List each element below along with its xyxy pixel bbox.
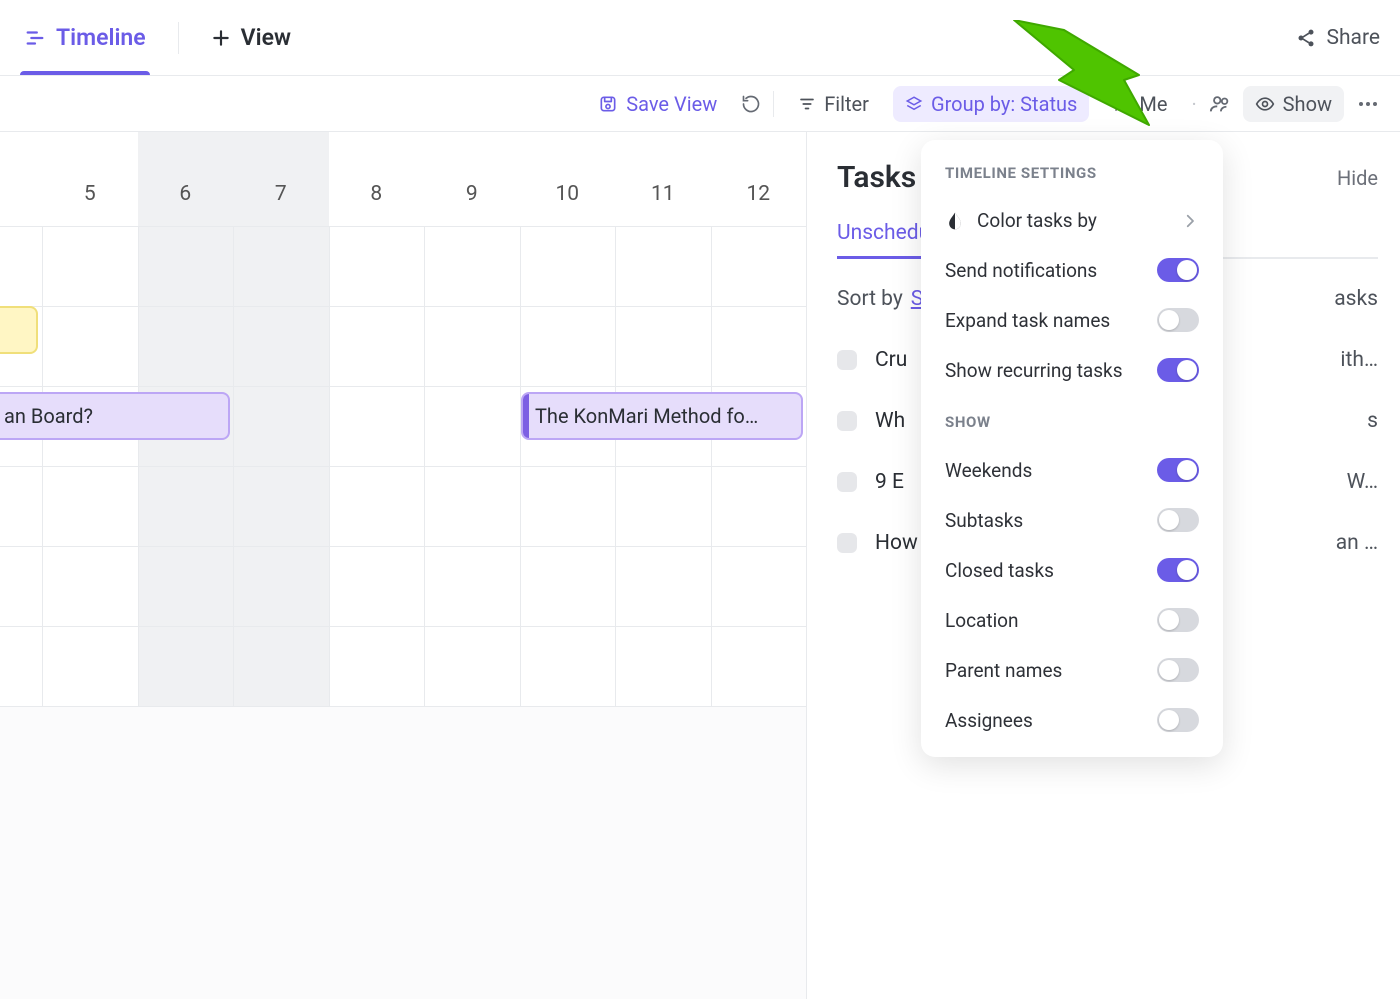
tasks-count: asks	[1334, 287, 1378, 311]
status-box[interactable]	[837, 350, 857, 370]
settings-send-notifications[interactable]: Send notifications	[921, 245, 1223, 295]
chevron-right-icon	[1181, 212, 1199, 230]
reset-icon[interactable]	[741, 94, 761, 114]
save-icon	[598, 94, 618, 114]
settings-subtasks[interactable]: Subtasks	[921, 495, 1223, 545]
day-header: 11	[615, 132, 711, 226]
day-header: 7	[233, 132, 329, 226]
settings-location[interactable]: Location	[921, 595, 1223, 645]
settings-closed-tasks[interactable]: Closed tasks	[921, 545, 1223, 595]
tab-add-view-label: View	[241, 24, 291, 51]
group-by-button[interactable]: Group by: Status	[893, 86, 1089, 122]
day-header: 10	[520, 132, 616, 226]
timeline-icon	[24, 27, 46, 49]
toggle[interactable]	[1157, 708, 1199, 732]
separator	[773, 91, 774, 117]
dot-separator: ·	[1191, 92, 1196, 116]
day-header: 6	[138, 132, 234, 226]
share-button[interactable]: Share	[1296, 26, 1380, 50]
day-header: 8	[329, 132, 425, 226]
task-bar[interactable]: an Board?	[0, 392, 230, 440]
secondary-toolbar: Save View Filter Group by: Status Me · S…	[0, 76, 1400, 132]
toggle[interactable]	[1157, 358, 1199, 382]
water-drop-icon	[945, 211, 965, 231]
settings-expand-task-names[interactable]: Expand task names	[921, 295, 1223, 345]
settings-row-label: Show recurring tasks	[945, 359, 1123, 382]
settings-row-label: Location	[945, 609, 1019, 632]
separator	[178, 22, 179, 54]
task-suffix: ith…	[1340, 348, 1378, 372]
timeline-header: 5 6 7 8 9 10 11 12	[0, 132, 806, 226]
task-bar-label: The KonMari Method fo…	[535, 404, 758, 428]
timeline-body[interactable]: an Board? The KonMari Method fo…	[0, 226, 806, 706]
group-icon	[905, 95, 923, 113]
more-icon[interactable]	[1356, 92, 1380, 116]
hide-button[interactable]: Hide	[1337, 166, 1378, 190]
day-header: 9	[424, 132, 520, 226]
eye-icon	[1255, 94, 1275, 114]
task-bar[interactable]	[0, 306, 38, 354]
filter-button[interactable]: Filter	[786, 86, 881, 122]
settings-show-recurring[interactable]: Show recurring tasks	[921, 345, 1223, 395]
top-tab-bar: Timeline View Share	[0, 0, 1400, 76]
day-header: 12	[711, 132, 807, 226]
task-bar-label: an Board?	[4, 404, 93, 428]
sort-by-label: Sort by	[837, 287, 903, 311]
toggle[interactable]	[1157, 658, 1199, 682]
person-icon	[1113, 95, 1131, 113]
task-suffix: an …	[1336, 531, 1378, 555]
me-label: Me	[1139, 92, 1167, 116]
tab-timeline-label: Timeline	[56, 24, 146, 51]
settings-row-label: Closed tasks	[945, 559, 1054, 582]
filter-icon	[798, 95, 816, 113]
settings-heading-show: SHOW	[921, 395, 1223, 445]
tab-timeline[interactable]: Timeline	[20, 0, 150, 75]
settings-parent-names[interactable]: Parent names	[921, 645, 1223, 695]
settings-color-tasks-by[interactable]: Color tasks by	[921, 196, 1223, 245]
settings-row-label: Send notifications	[945, 259, 1097, 282]
group-by-label: Group by: Status	[931, 92, 1077, 116]
me-button[interactable]: Me	[1101, 86, 1179, 122]
settings-assignees[interactable]: Assignees	[921, 695, 1223, 745]
tab-unscheduled[interactable]: Unschedu	[837, 221, 930, 257]
share-label: Share	[1326, 26, 1380, 50]
settings-weekends[interactable]: Weekends	[921, 445, 1223, 495]
plus-icon	[211, 28, 231, 48]
toggle[interactable]	[1157, 458, 1199, 482]
settings-row-label: Subtasks	[945, 509, 1023, 532]
people-icon[interactable]	[1209, 93, 1231, 115]
settings-row-label: Weekends	[945, 459, 1032, 482]
toggle[interactable]	[1157, 608, 1199, 632]
status-box[interactable]	[837, 411, 857, 431]
toggle[interactable]	[1157, 558, 1199, 582]
toggle[interactable]	[1157, 508, 1199, 532]
task-bar[interactable]: The KonMari Method fo…	[521, 392, 803, 440]
share-icon	[1296, 28, 1316, 48]
tasks-title: Tasks	[837, 160, 916, 195]
task-suffix: W…	[1347, 470, 1378, 494]
tab-add-view[interactable]: View	[207, 0, 295, 75]
save-view-button[interactable]: Save View	[586, 86, 729, 122]
timeline-grid[interactable]: 5 6 7 8 9 10 11 12	[0, 132, 807, 999]
day-header: 5	[42, 132, 138, 226]
show-button[interactable]: Show	[1243, 86, 1344, 122]
task-suffix: s	[1367, 409, 1378, 433]
show-label: Show	[1283, 92, 1332, 116]
status-box[interactable]	[837, 472, 857, 492]
filter-label: Filter	[824, 92, 869, 116]
toggle[interactable]	[1157, 308, 1199, 332]
settings-row-label: Parent names	[945, 659, 1062, 682]
settings-row-label: Expand task names	[945, 309, 1110, 332]
timeline-empty-area	[0, 706, 806, 999]
save-view-label: Save View	[626, 92, 717, 116]
timeline-settings-panel[interactable]: TIMELINE SETTINGS Color tasks by Send no…	[921, 140, 1223, 757]
toggle[interactable]	[1157, 258, 1199, 282]
settings-heading-timeline: TIMELINE SETTINGS	[921, 160, 1223, 196]
status-box[interactable]	[837, 533, 857, 553]
settings-row-label: Assignees	[945, 709, 1033, 732]
settings-row-label: Color tasks by	[977, 209, 1097, 232]
